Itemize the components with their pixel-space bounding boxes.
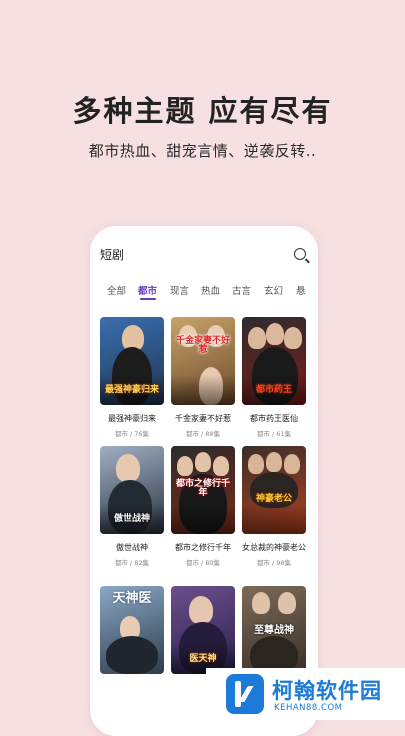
active-tab-underline: [140, 298, 156, 300]
poster-title: 天神医: [112, 591, 152, 606]
poster-title: 都市之修行千年: [175, 479, 230, 498]
drama-card[interactable]: 医天神: [171, 586, 235, 674]
drama-poster[interactable]: 神豪老公: [242, 446, 306, 534]
drama-card[interactable]: 神豪老公 女总裁的神豪老公 都市 / 98集: [242, 446, 306, 567]
drama-title: 都市药王医仙: [250, 414, 298, 423]
drama-meta: 都市 / 76集: [114, 430, 150, 438]
category-tabs: 全部 都市 现言 热血 古言 玄幻 悬: [90, 283, 318, 303]
drama-card[interactable]: 天神医: [100, 586, 164, 674]
drama-meta: 都市 / 88集: [185, 430, 221, 438]
drama-title: 都市之修行千年: [175, 543, 231, 552]
drama-poster[interactable]: 至尊战神: [242, 586, 306, 674]
drama-card[interactable]: 都市之修行千年 都市之修行千年 都市 / 80集: [171, 446, 235, 567]
drama-poster[interactable]: 都市之修行千年: [171, 446, 235, 534]
tab-fantasy[interactable]: 玄幻: [264, 283, 283, 297]
drama-poster[interactable]: 医天神: [171, 586, 235, 674]
drama-meta: 都市 / 80集: [185, 559, 221, 567]
poster-title: 千金家妻不好惹: [175, 336, 230, 355]
drama-card[interactable]: 最强神豪归来 最强神豪归来 都市 / 76集: [100, 317, 164, 438]
headline: 多种主题 应有尽有: [72, 94, 333, 128]
drama-poster[interactable]: 傲世战神: [100, 446, 164, 534]
drama-poster[interactable]: 天神医: [100, 586, 164, 674]
subline: 都市热血、甜宠言情、逆袭反转..: [88, 142, 317, 160]
drama-card[interactable]: 至尊战神: [242, 586, 306, 674]
drama-poster[interactable]: 都市药王: [242, 317, 306, 405]
drama-card[interactable]: 都市药王 都市药王医仙 都市 / 61集: [242, 317, 306, 438]
watermark-domain: KEHAN88.COM: [274, 703, 343, 713]
tab-ancient-romance[interactable]: 古言: [232, 283, 251, 297]
drama-title: 最强神豪归来: [108, 414, 156, 423]
search-bar[interactable]: 短剧: [90, 246, 318, 266]
tab-modern-romance[interactable]: 现言: [170, 283, 189, 297]
tab-all[interactable]: 全部: [107, 283, 126, 297]
drama-poster[interactable]: 千金家妻不好惹: [171, 317, 235, 405]
drama-card[interactable]: 傲世战神 傲世战神 都市 / 82集: [100, 446, 164, 567]
drama-poster[interactable]: 最强神豪归来: [100, 317, 164, 405]
poster-title: 都市药王: [255, 385, 292, 395]
poster-title: 医天神: [189, 654, 217, 664]
kehan-logo-icon: [226, 674, 264, 714]
search-title: 短剧: [100, 248, 125, 262]
drama-meta: 都市 / 61集: [256, 430, 292, 438]
drama-title: 傲世战神: [116, 543, 148, 552]
drama-title: 千金家妻不好惹: [175, 414, 231, 423]
watermark: 柯翰软件园 KEHAN88.COM: [206, 668, 405, 720]
poster-title: 最强神豪归来: [104, 385, 159, 395]
drama-title: 女总裁的神豪老公: [242, 543, 306, 552]
poster-title: 至尊战神: [254, 625, 294, 636]
poster-title: 傲世战神: [113, 514, 150, 524]
phone-mockup: 短剧 全部 都市 现言 热血 古言 玄幻 悬 最强神豪归来 最强神豪归来 都市 …: [90, 226, 318, 736]
poster-title: 神豪老公: [255, 494, 292, 504]
drama-meta: 都市 / 98集: [256, 559, 292, 567]
watermark-name: 柯翰软件园: [272, 679, 382, 703]
search-icon[interactable]: [294, 248, 306, 260]
drama-meta: 都市 / 82集: [114, 559, 150, 567]
drama-card[interactable]: 千金家妻不好惹 千金家妻不好惹 都市 / 88集: [171, 317, 235, 438]
tab-action[interactable]: 热血: [201, 283, 220, 297]
tab-city[interactable]: 都市: [138, 283, 157, 297]
tab-suspense[interactable]: 悬: [296, 283, 306, 297]
